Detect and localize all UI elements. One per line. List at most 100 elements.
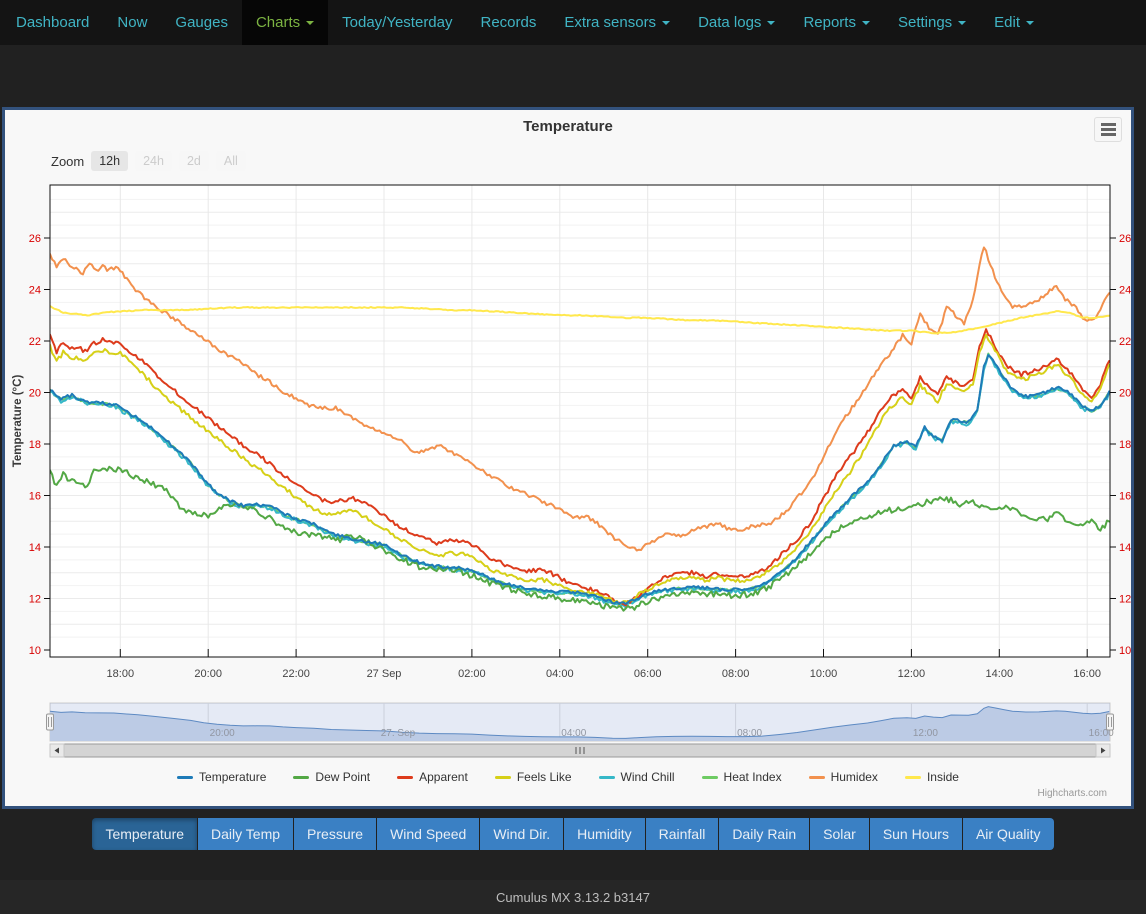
legend-swatch-icon [177,776,193,779]
nav-item-label: Today/Yesterday [342,14,452,31]
nav-item-records[interactable]: Records [467,0,551,45]
legend-swatch-icon [293,776,309,779]
chart-legend: Temperature Dew Point Apparent Feels Like Wi… [5,770,1131,784]
y-axis-label: 22 [1119,336,1131,348]
navigator-handle-left[interactable] [47,714,54,730]
legend-item-dew-point[interactable]: Dew Point [293,770,370,784]
legend-swatch-icon [495,776,511,779]
nav-item-label: Edit [994,14,1020,31]
y-axis-title: Temperature (°C) [12,375,24,468]
legend-label: Inside [927,770,959,784]
chevron-down-icon [306,21,314,25]
nav-item-reports[interactable]: Reports [789,0,884,45]
nav-item-label: Data logs [698,14,761,31]
y-axis-label: 24 [1119,285,1131,297]
nav-item-now[interactable]: Now [103,0,161,45]
y-axis-label: 20 [1119,388,1131,400]
tab-rainfall[interactable]: Rainfall [646,818,719,850]
zoom-controls: Zoom 12h 24h 2d All [51,151,246,171]
nav-item-label: Settings [898,14,952,31]
hamburger-icon [1101,123,1116,126]
nav-item-label: Charts [256,14,300,31]
nav-item-data-logs[interactable]: Data logs [684,0,789,45]
tab-solar[interactable]: Solar [810,818,869,850]
highcharts-credit[interactable]: Highcharts.com [1038,788,1107,799]
legend-swatch-icon [397,776,413,779]
legend-swatch-icon [599,776,615,779]
zoom-button-all[interactable]: All [216,151,246,171]
tab-air-quality[interactable]: Air Quality [963,818,1054,850]
tab-daily-rain[interactable]: Daily Rain [719,818,809,850]
tab-humidity[interactable]: Humidity [564,818,644,850]
legend-label: Feels Like [517,770,572,784]
legend-item-heat-index[interactable]: Heat Index [702,770,782,784]
legend-label: Dew Point [315,770,370,784]
legend-item-wind-chill[interactable]: Wind Chill [599,770,675,784]
nav-item-charts[interactable]: Charts [242,0,328,45]
navigator-handle-right[interactable] [1107,714,1114,730]
legend-label: Heat Index [724,770,782,784]
chevron-down-icon [862,21,870,25]
y-axis-label: 22 [29,336,41,348]
zoom-button-2d[interactable]: 2d [179,151,209,171]
zoom-button-24h[interactable]: 24h [135,151,172,171]
chart-panel: Temperature Zoom 12h24h2dAll 10101212141… [2,107,1134,809]
y-axis-label: 16 [1119,491,1131,503]
nav-item-label: Extra sensors [564,14,656,31]
chart-tabs: TemperatureDaily TempPressureWind SpeedW… [0,818,1146,850]
nav-item-today-yesterday[interactable]: Today/Yesterday [328,0,466,45]
y-axis-label: 18 [1119,439,1131,451]
chevron-down-icon [958,21,966,25]
chevron-down-icon [662,21,670,25]
scrollbar-left-button[interactable] [50,744,64,757]
legend-label: Humidex [831,770,878,784]
x-axis-label: 06:00 [634,668,662,680]
nav-item-extra-sensors[interactable]: Extra sensors [550,0,684,45]
legend-label: Temperature [199,770,266,784]
x-axis-label: 08:00 [722,668,750,680]
y-axis-label: 14 [29,542,41,554]
zoom-label: Zoom [51,154,84,169]
legend-item-feels-like[interactable]: Feels Like [495,770,572,784]
nav-item-label: Reports [803,14,856,31]
chart-context-menu-button[interactable] [1094,117,1122,142]
tab-daily-temp[interactable]: Daily Temp [198,818,293,850]
tab-wind-speed[interactable]: Wind Speed [377,818,479,850]
x-axis-label: 12:00 [898,668,926,680]
legend-item-apparent[interactable]: Apparent [397,770,468,784]
y-axis-label: 26 [29,233,41,245]
nav-item-edit[interactable]: Edit [980,0,1048,45]
y-axis-label: 12 [29,594,41,606]
x-axis-label: 18:00 [107,668,135,680]
legend-item-temperature[interactable]: Temperature [177,770,266,784]
legend-item-inside[interactable]: Inside [905,770,959,784]
legend-swatch-icon [809,776,825,779]
tab-sun-hours[interactable]: Sun Hours [870,818,962,850]
legend-swatch-icon [905,776,921,779]
legend-swatch-icon [702,776,718,779]
x-axis-label: 10:00 [810,668,838,680]
chart-svg: 10101212141416161818202022222424262618:0… [5,180,1131,765]
scrollbar-right-button[interactable] [1096,744,1110,757]
zoom-button-12h[interactable]: 12h [91,151,128,171]
footer-version-text: Cumulus MX 3.13.2 b3147 [496,890,650,905]
tab-pressure[interactable]: Pressure [294,818,376,850]
nav-item-dashboard[interactable]: Dashboard [2,0,103,45]
x-axis-label: 20:00 [194,668,222,680]
tab-temperature[interactable]: Temperature [92,818,197,850]
y-axis-label: 10 [1119,645,1131,657]
x-axis-label: 27 Sep [367,668,402,680]
nav-item-gauges[interactable]: Gauges [161,0,242,45]
footer: Cumulus MX 3.13.2 b3147 [0,880,1146,914]
tab-wind-dir[interactable]: Wind Dir. [480,818,563,850]
nav-item-settings[interactable]: Settings [884,0,980,45]
y-axis-label: 20 [29,388,41,400]
x-axis-label: 22:00 [282,668,310,680]
nav-item-label: Now [117,14,147,31]
navigator-mask[interactable] [50,703,1110,741]
legend-item-humidex[interactable]: Humidex [809,770,878,784]
y-axis-label: 14 [1119,542,1131,554]
y-axis-label: 10 [29,645,41,657]
hamburger-icon [1101,128,1116,131]
y-axis-label: 24 [29,285,41,297]
